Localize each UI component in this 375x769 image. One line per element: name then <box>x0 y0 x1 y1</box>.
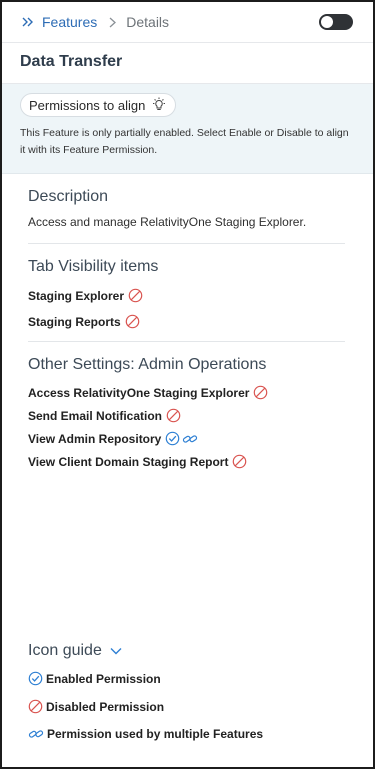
page-title: Data Transfer <box>2 43 373 84</box>
prohibited-icon <box>166 408 181 423</box>
link-icon <box>183 434 198 443</box>
toggle-knob <box>321 16 333 28</box>
other-settings-section: Other Settings: Admin Operations Access … <box>2 342 373 469</box>
prohibited-icon <box>233 454 247 469</box>
icon-guide-heading: Icon guide <box>28 642 102 659</box>
tab-visibility-section: Tab Visibility items Staging Explorer St… <box>2 244 373 329</box>
setting-label: Send Email Notification <box>28 408 163 423</box>
tab-item-label: Staging Explorer <box>28 288 125 303</box>
setting-view-admin-repository: View Admin Repository <box>28 431 347 446</box>
setting-label: View Client Domain Staging Report <box>28 454 229 469</box>
guide-enabled: Enabled Permission <box>28 671 347 686</box>
guide-shared: Permission used by multiple Features <box>28 727 347 741</box>
chevron-right-icon <box>109 17 117 28</box>
guide-label: Enabled Permission <box>46 671 161 686</box>
setting-send-email-notification: Send Email Notification <box>28 408 347 423</box>
check-circle-icon <box>166 431 180 446</box>
lightbulb-icon <box>153 97 166 110</box>
setting-access-staging-explorer: Access RelativityOne Staging Explorer <box>28 385 347 400</box>
setting-label: View Admin Repository <box>28 431 162 446</box>
top-bar: Features Details <box>2 2 373 43</box>
align-message: This Feature is only partially enabled. … <box>20 127 349 156</box>
description-section: Description Access and manage Relativity… <box>2 174 373 229</box>
tab-item-staging-explorer: Staging Explorer <box>28 288 347 303</box>
tab-item-label: Staging Reports <box>28 314 121 329</box>
check-circle-icon <box>28 671 43 686</box>
guide-label: Disabled Permission <box>46 699 165 714</box>
permissions-to-align-label: Permissions to align <box>29 97 146 113</box>
guide-label: Permission used by multiple Features <box>47 727 264 741</box>
chevron-down-icon <box>110 648 122 655</box>
icon-guide-section: Icon guide Enabled Permission Disabled P… <box>2 642 373 741</box>
guide-disabled: Disabled Permission <box>28 699 347 714</box>
description-heading: Description <box>28 188 109 205</box>
breadcrumb-parent-label[interactable]: Features <box>42 14 97 30</box>
prohibited-icon <box>28 699 43 714</box>
feature-toggle[interactable] <box>319 14 353 30</box>
prohibited-icon <box>128 288 143 303</box>
prohibited-icon <box>254 385 268 400</box>
permissions-to-align-button[interactable]: Permissions to align <box>20 93 177 117</box>
setting-view-client-domain-report: View Client Domain Staging Report <box>28 454 347 469</box>
tab-visibility-heading: Tab Visibility items <box>28 258 159 275</box>
link-icon <box>28 730 44 738</box>
feature-details-panel: Features Details Data Transfer Permissio… <box>0 0 375 769</box>
setting-label: Access RelativityOne Staging Explorer <box>28 385 250 400</box>
align-notice: Permissions to align This Feature is onl… <box>2 84 373 174</box>
prohibited-icon <box>125 314 139 329</box>
tab-item-staging-reports: Staging Reports <box>28 314 347 329</box>
other-settings-heading: Other Settings: Admin Operations <box>28 356 267 373</box>
breadcrumb-features-link[interactable]: Features <box>22 14 97 30</box>
icon-guide-toggle[interactable]: Icon guide <box>28 642 347 660</box>
double-chevron-right-icon <box>22 17 33 27</box>
breadcrumb-current: Details <box>126 14 170 30</box>
description-text: Access and manage RelativityOne Staging … <box>28 215 307 229</box>
